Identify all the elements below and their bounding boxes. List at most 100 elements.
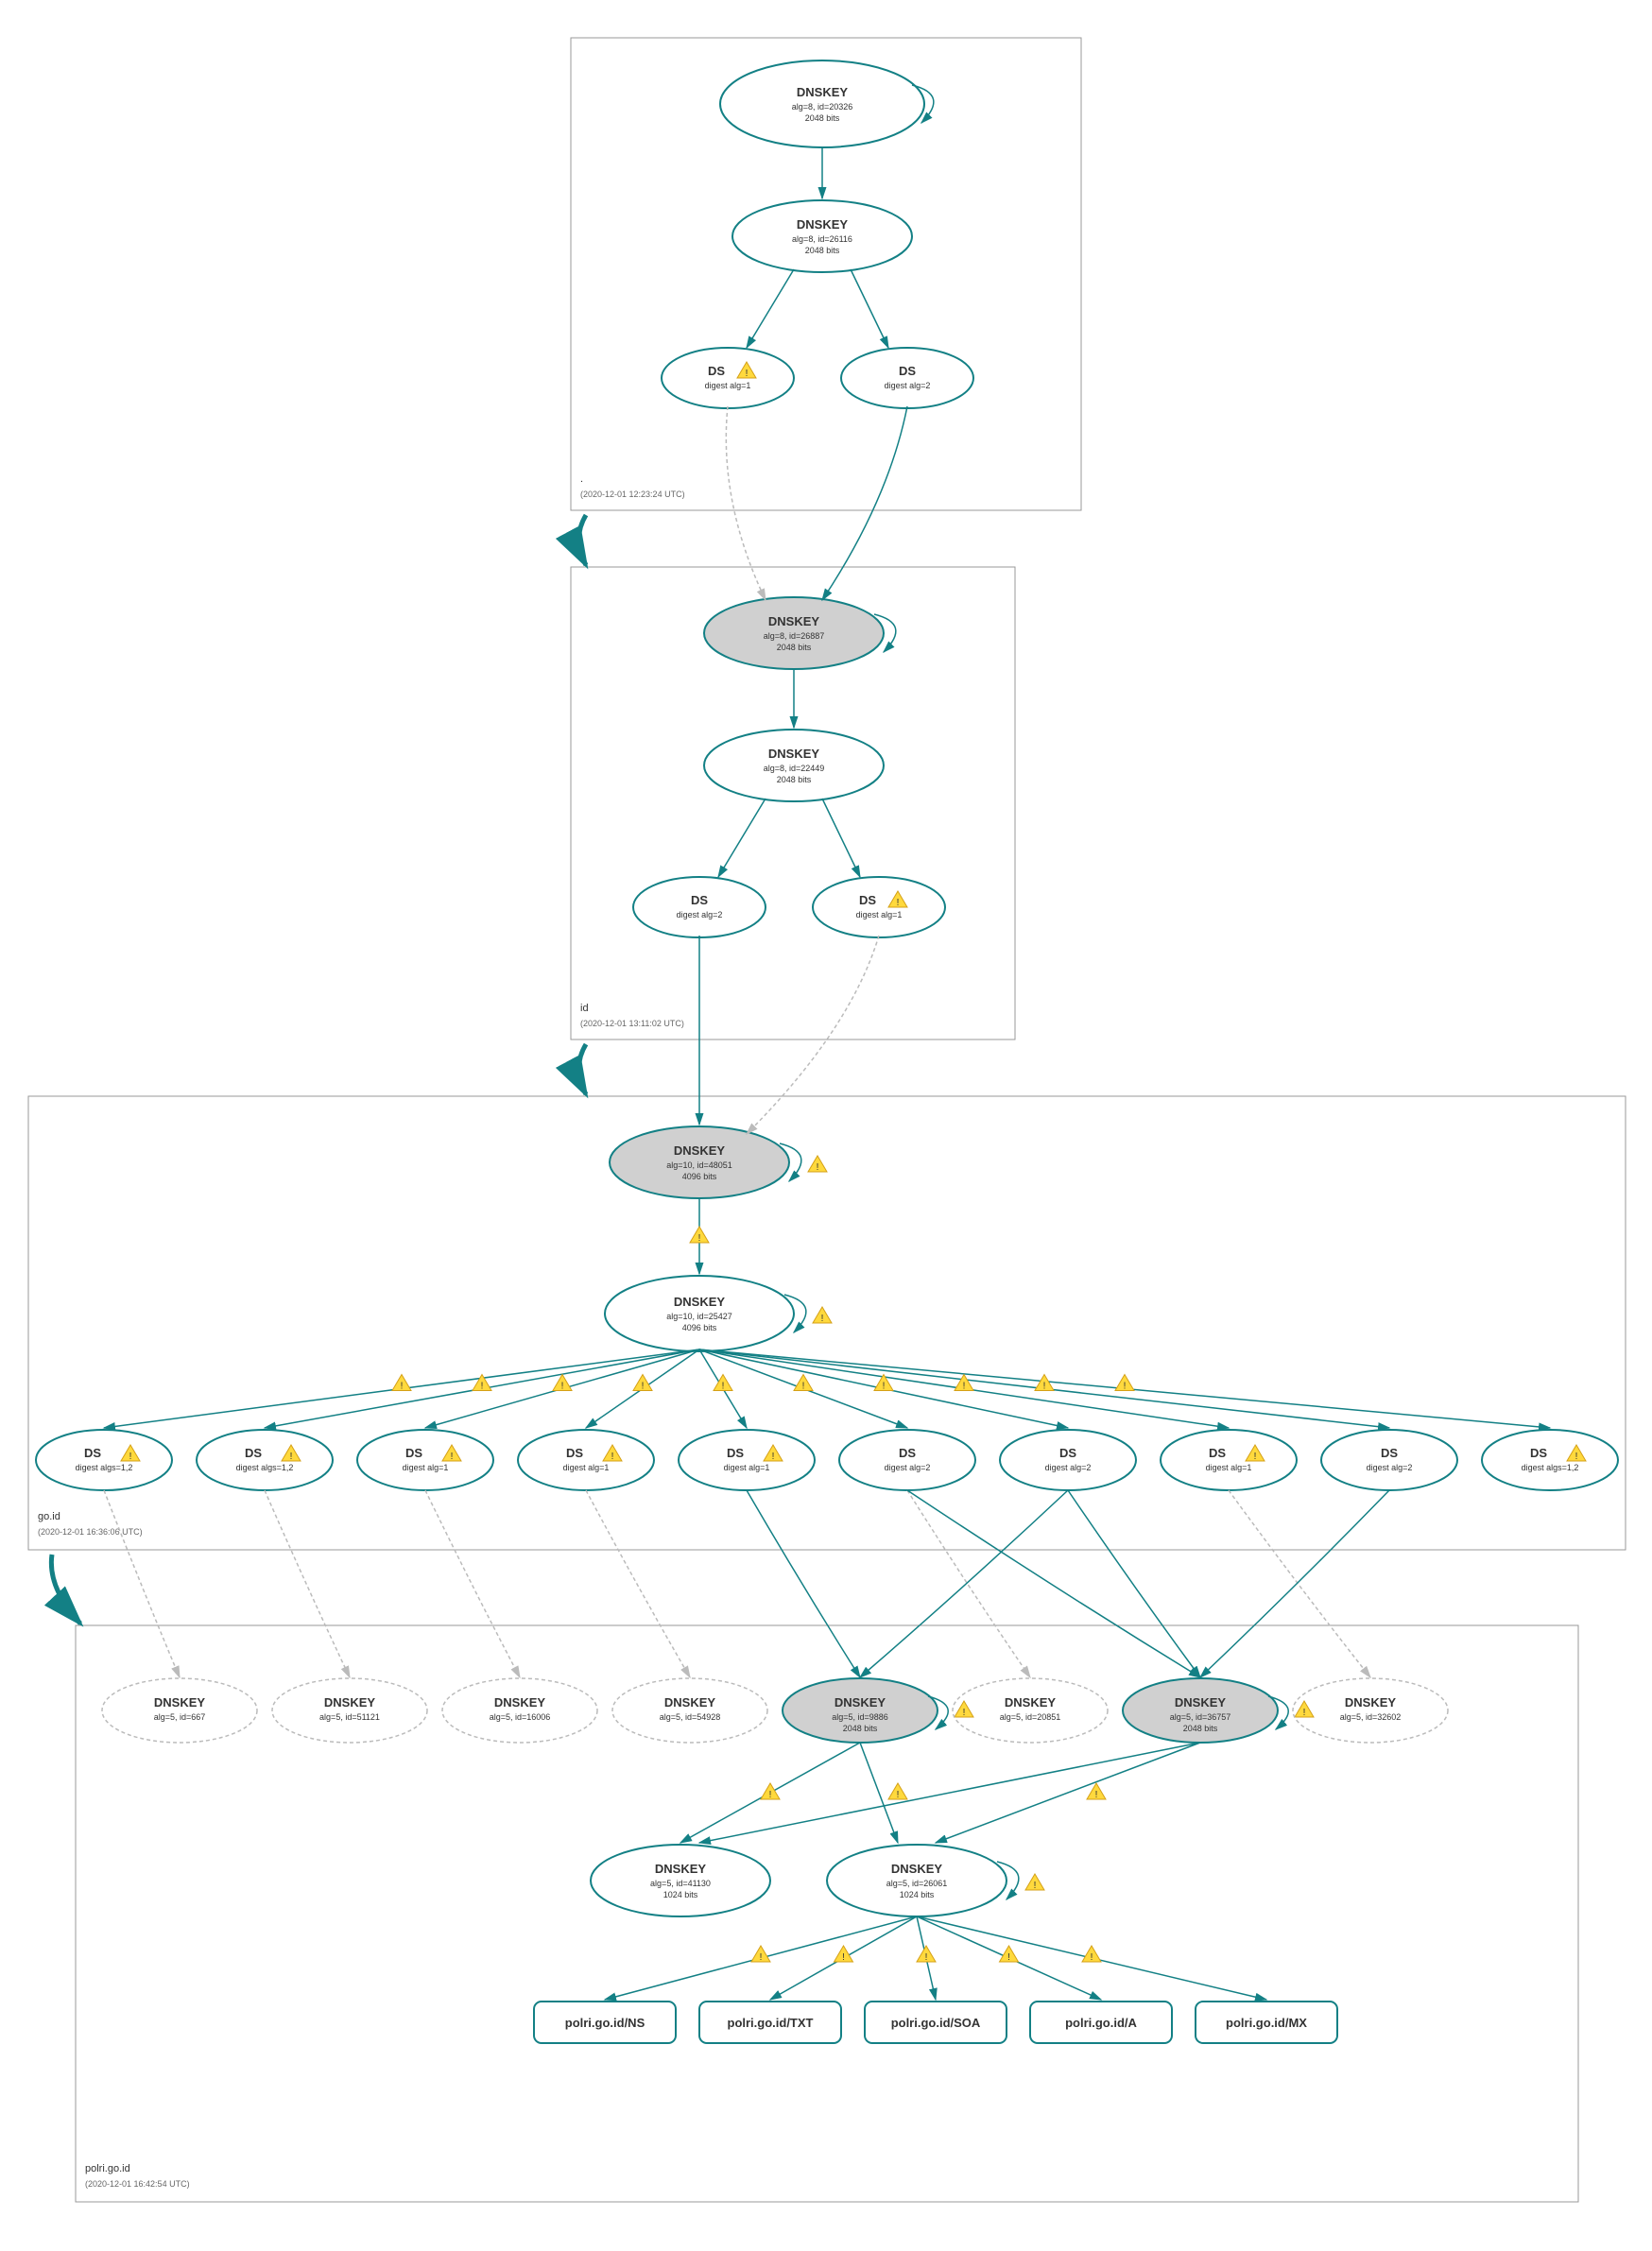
svg-text:!: ! — [698, 1233, 701, 1244]
svg-text:alg=10, id=25427: alg=10, id=25427 — [666, 1312, 732, 1321]
svg-text:!: ! — [290, 1452, 293, 1462]
polri-dnskey: DNSKEYalg=5, id=367572048 bits! — [1123, 1678, 1314, 1743]
svg-text:DS: DS — [84, 1446, 101, 1460]
svg-text:alg=5, id=41130: alg=5, id=41130 — [650, 1879, 711, 1888]
warning-icon: ! — [633, 1375, 652, 1392]
svg-text:!: ! — [451, 1452, 454, 1462]
svg-text:polri.go.id/A: polri.go.id/A — [1065, 2016, 1137, 2030]
goid-ksk: DNSKEY alg=10, id=48051 4096 bits — [610, 1126, 801, 1198]
rr-node: polri.go.id/A — [1030, 2002, 1172, 2043]
svg-text:(2020-12-01 16:36:06 UTC): (2020-12-01 16:36:06 UTC) — [38, 1527, 143, 1537]
svg-text:4096 bits: 4096 bits — [682, 1323, 717, 1332]
svg-text:alg=8, id=26116: alg=8, id=26116 — [792, 234, 852, 244]
svg-text:2048 bits: 2048 bits — [805, 113, 840, 123]
root-ds2: DS digest alg=2 — [841, 348, 973, 408]
svg-text:DS: DS — [1381, 1446, 1398, 1460]
ds-node: DSdigest algs=1,2! — [1482, 1430, 1618, 1490]
svg-text:digest alg=1: digest alg=1 — [724, 1463, 770, 1472]
svg-text:digest alg=2: digest alg=2 — [1045, 1463, 1092, 1472]
svg-text:polri.go.id/MX: polri.go.id/MX — [1226, 2016, 1307, 2030]
svg-text:DNSKEY: DNSKEY — [768, 747, 820, 761]
svg-text:alg=5, id=32602: alg=5, id=32602 — [1340, 1712, 1402, 1722]
svg-text:DNSKEY: DNSKEY — [1005, 1695, 1057, 1710]
svg-text:!: ! — [746, 369, 749, 379]
rr-node: polri.go.id/TXT — [699, 2002, 841, 2043]
svg-text:digest alg=1: digest alg=1 — [563, 1463, 610, 1472]
svg-text:.: . — [580, 473, 583, 485]
warning-icon: ! — [813, 1307, 832, 1324]
svg-text:alg=10, id=48051: alg=10, id=48051 — [666, 1160, 732, 1170]
svg-text:!: ! — [1007, 1952, 1010, 1963]
svg-text:digest alg=2: digest alg=2 — [677, 910, 723, 919]
polri-dnskey: DNSKEYalg=5, id=667 — [102, 1678, 257, 1743]
svg-text:alg=8, id=26887: alg=8, id=26887 — [764, 631, 825, 641]
svg-text:DNSKEY: DNSKEY — [797, 217, 849, 232]
svg-text:DS: DS — [691, 893, 708, 907]
ds-node: DSdigest alg=1! — [1161, 1430, 1297, 1490]
svg-text:DNSKEY: DNSKEY — [1175, 1695, 1227, 1710]
svg-text:alg=5, id=9886: alg=5, id=9886 — [832, 1712, 888, 1722]
svg-text:1024 bits: 1024 bits — [900, 1890, 935, 1899]
svg-text:DS: DS — [245, 1446, 262, 1460]
svg-text:1024 bits: 1024 bits — [663, 1890, 698, 1899]
svg-text:!: ! — [1124, 1382, 1127, 1392]
ds-node: DSdigest alg=1! — [679, 1430, 815, 1490]
svg-text:go.id: go.id — [38, 1511, 60, 1522]
svg-text:!: ! — [481, 1382, 484, 1392]
warning-icon: ! — [794, 1375, 813, 1392]
svg-text:id: id — [580, 1003, 589, 1014]
svg-text:digest algs=1,2: digest algs=1,2 — [236, 1463, 294, 1472]
svg-text:2048 bits: 2048 bits — [805, 246, 840, 255]
warning-icon: ! — [392, 1375, 411, 1392]
svg-text:alg=5, id=51121: alg=5, id=51121 — [319, 1712, 380, 1722]
root-zsk: DNSKEY alg=8, id=26116 2048 bits — [732, 200, 912, 272]
warning-icon: ! — [1295, 1701, 1314, 1718]
svg-text:!: ! — [883, 1382, 886, 1392]
svg-text:!: ! — [802, 1382, 805, 1392]
svg-text:2048 bits: 2048 bits — [1183, 1724, 1218, 1733]
svg-text:digest alg=2: digest alg=2 — [885, 1463, 931, 1472]
svg-text:!: ! — [642, 1382, 645, 1392]
svg-text:(2020-12-01 16:42:54 UTC): (2020-12-01 16:42:54 UTC) — [85, 2179, 190, 2189]
polri-dnskey: DNSKEYalg=5, id=16006 — [442, 1678, 597, 1743]
polri-dnskey: DNSKEYalg=5, id=54928 — [612, 1678, 767, 1743]
root-ds1: DS digest alg=1 — [662, 348, 794, 408]
svg-text:alg=5, id=54928: alg=5, id=54928 — [660, 1712, 721, 1722]
svg-text:DNSKEY: DNSKEY — [494, 1695, 546, 1710]
svg-text:DS: DS — [1530, 1446, 1547, 1460]
svg-text:!: ! — [769, 1790, 772, 1800]
id-ksk: DNSKEY alg=8, id=26887 2048 bits — [704, 597, 896, 669]
ds-node: DSdigest alg=2 — [1321, 1430, 1457, 1490]
ds-node: DSdigest alg=2 — [1000, 1430, 1136, 1490]
svg-text:polri.go.id/NS: polri.go.id/NS — [565, 2016, 645, 2030]
svg-text:2048 bits: 2048 bits — [777, 775, 812, 784]
svg-text:!: ! — [897, 898, 900, 908]
svg-text:!: ! — [1303, 1708, 1306, 1718]
rr-node: polri.go.id/NS — [534, 2002, 676, 2043]
dnssec-diagram: . (2020-12-01 12:23:24 UTC) id (2020-12-… — [0, 0, 1652, 2251]
svg-text:digest algs=1,2: digest algs=1,2 — [76, 1463, 133, 1472]
svg-text:!: ! — [897, 1790, 900, 1800]
svg-text:digest alg=2: digest alg=2 — [885, 381, 931, 390]
ds-node: DSdigest algs=1,2! — [36, 1430, 172, 1490]
svg-text:!: ! — [401, 1382, 404, 1392]
svg-text:!: ! — [611, 1452, 614, 1462]
id-ds1: DS digest alg=2 — [633, 877, 766, 937]
svg-text:!: ! — [1034, 1881, 1037, 1891]
svg-text:!: ! — [963, 1708, 966, 1718]
polri-dnskey: DNSKEY alg=5, id=51121 — [272, 1678, 427, 1743]
ds-node: DSdigest alg=1! — [518, 1430, 654, 1490]
svg-text:digest algs=1,2: digest algs=1,2 — [1522, 1463, 1579, 1472]
svg-text:(2020-12-01 13:11:02 UTC): (2020-12-01 13:11:02 UTC) — [580, 1019, 684, 1028]
warning-icon: ! — [955, 1701, 973, 1718]
svg-text:DNSKEY: DNSKEY — [324, 1695, 376, 1710]
svg-text:DNSKEY: DNSKEY — [655, 1862, 707, 1876]
goid-zsk: DNSKEY alg=10, id=25427 4096 bits — [605, 1276, 806, 1351]
svg-text:!: ! — [1254, 1452, 1257, 1462]
warning-icon: ! — [690, 1227, 709, 1244]
warning-icon: ! — [955, 1375, 973, 1392]
svg-text:2048 bits: 2048 bits — [843, 1724, 878, 1733]
svg-text:alg=8, id=22449: alg=8, id=22449 — [764, 764, 825, 773]
ds-node: DSdigest alg=2 — [839, 1430, 975, 1490]
svg-text:!: ! — [963, 1382, 966, 1392]
